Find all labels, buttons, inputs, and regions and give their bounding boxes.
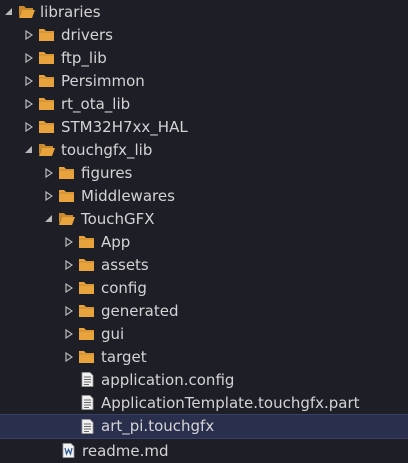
tree-item-application-config[interactable]: application.config: [0, 369, 408, 392]
chevron-right-icon[interactable]: [25, 122, 33, 132]
tree-item-rt-ota-lib[interactable]: rt_ota_lib: [0, 93, 408, 116]
tree-item-label: ApplicationTemplate.touchgfx.part: [101, 394, 360, 412]
tree-item-ftp-lib[interactable]: ftp_lib: [0, 47, 408, 70]
tree-item-label: Middlewares: [81, 187, 175, 205]
tree-item-art-pi-touchgfx[interactable]: art_pi.touchgfx: [0, 414, 408, 439]
tree-item-label: config: [101, 279, 147, 297]
tree-item-touchgfx[interactable]: TouchGFX: [0, 208, 408, 231]
file-icon: [81, 419, 94, 434]
tree-item-label: App: [101, 233, 131, 251]
tree-item-label: Persimmon: [61, 72, 145, 90]
chevron-down-icon[interactable]: [44, 214, 52, 224]
chevron-right-icon[interactable]: [45, 191, 53, 201]
folder-icon: [38, 73, 55, 88]
tree-item-label: libraries: [40, 3, 101, 21]
tree-item-label: application.config: [101, 371, 235, 389]
tree-item-label: figures: [81, 164, 133, 182]
tree-item-app[interactable]: App: [0, 231, 408, 254]
tree-item-label: rt_ota_lib: [61, 95, 131, 113]
tree-item-label: art_pi.touchgfx: [101, 417, 215, 435]
tree-item-label: target: [101, 348, 147, 366]
tree-item-target[interactable]: target: [0, 346, 408, 369]
tree-item-stm32h7xx-hal[interactable]: STM32H7xx_HAL: [0, 116, 408, 139]
tree-item-application-template[interactable]: ApplicationTemplate.touchgfx.part: [0, 392, 408, 415]
tree-item-label: ftp_lib: [61, 49, 107, 67]
folder-icon: [78, 349, 95, 364]
file-icon: [81, 395, 94, 410]
tree-item-figures[interactable]: figures: [0, 162, 408, 185]
tree-item-drivers[interactable]: drivers: [0, 24, 408, 47]
folder-icon: [38, 50, 55, 65]
tree-item-readme-md[interactable]: readme.md: [0, 440, 408, 463]
folder-icon: [78, 234, 95, 249]
chevron-right-icon[interactable]: [65, 329, 73, 339]
tree-item-label: TouchGFX: [81, 210, 155, 228]
folder-icon: [38, 119, 55, 134]
chevron-right-icon[interactable]: [65, 260, 73, 270]
tree-item-touchgfx-lib[interactable]: touchgfx_lib: [0, 139, 408, 162]
chevron-right-icon[interactable]: [65, 306, 73, 316]
tree-item-label: STM32H7xx_HAL: [61, 118, 188, 136]
folder-icon: [38, 96, 55, 111]
tree-item-label: assets: [101, 256, 149, 274]
chevron-right-icon[interactable]: [25, 99, 33, 109]
chevron-right-icon[interactable]: [25, 76, 33, 86]
tree-item-middlewares[interactable]: Middlewares: [0, 185, 408, 208]
chevron-down-icon[interactable]: [4, 7, 12, 17]
chevron-right-icon[interactable]: [25, 30, 33, 40]
chevron-right-icon[interactable]: [45, 168, 53, 178]
tree-item-config[interactable]: config: [0, 277, 408, 300]
folder-icon: [58, 188, 75, 203]
file-explorer-tree: libraries drivers ftp_lib Persimmon rt_o…: [0, 0, 408, 460]
word-document-icon: [62, 443, 75, 458]
folder-icon: [78, 280, 95, 295]
chevron-right-icon[interactable]: [65, 352, 73, 362]
tree-item-label: gui: [101, 325, 125, 343]
tree-item-label: readme.md: [82, 442, 169, 460]
tree-item-assets[interactable]: assets: [0, 254, 408, 277]
tree-item-label: touchgfx_lib: [61, 141, 153, 159]
chevron-down-icon[interactable]: [24, 145, 32, 155]
folder-icon: [78, 303, 95, 318]
file-icon: [81, 372, 94, 387]
folder-open-icon: [38, 142, 55, 157]
tree-item-gui[interactable]: gui: [0, 323, 408, 346]
folder-icon: [38, 27, 55, 42]
folder-open-icon: [18, 4, 35, 19]
chevron-right-icon[interactable]: [25, 53, 33, 63]
folder-open-icon: [58, 211, 75, 226]
tree-item-libraries[interactable]: libraries: [0, 1, 408, 24]
tree-item-generated[interactable]: generated: [0, 300, 408, 323]
folder-icon: [78, 257, 95, 272]
tree-item-label: drivers: [61, 26, 113, 44]
chevron-right-icon[interactable]: [65, 283, 73, 293]
chevron-right-icon[interactable]: [65, 237, 73, 247]
tree-item-persimmon[interactable]: Persimmon: [0, 70, 408, 93]
folder-icon: [58, 165, 75, 180]
folder-icon: [78, 326, 95, 341]
tree-item-label: generated: [101, 302, 179, 320]
